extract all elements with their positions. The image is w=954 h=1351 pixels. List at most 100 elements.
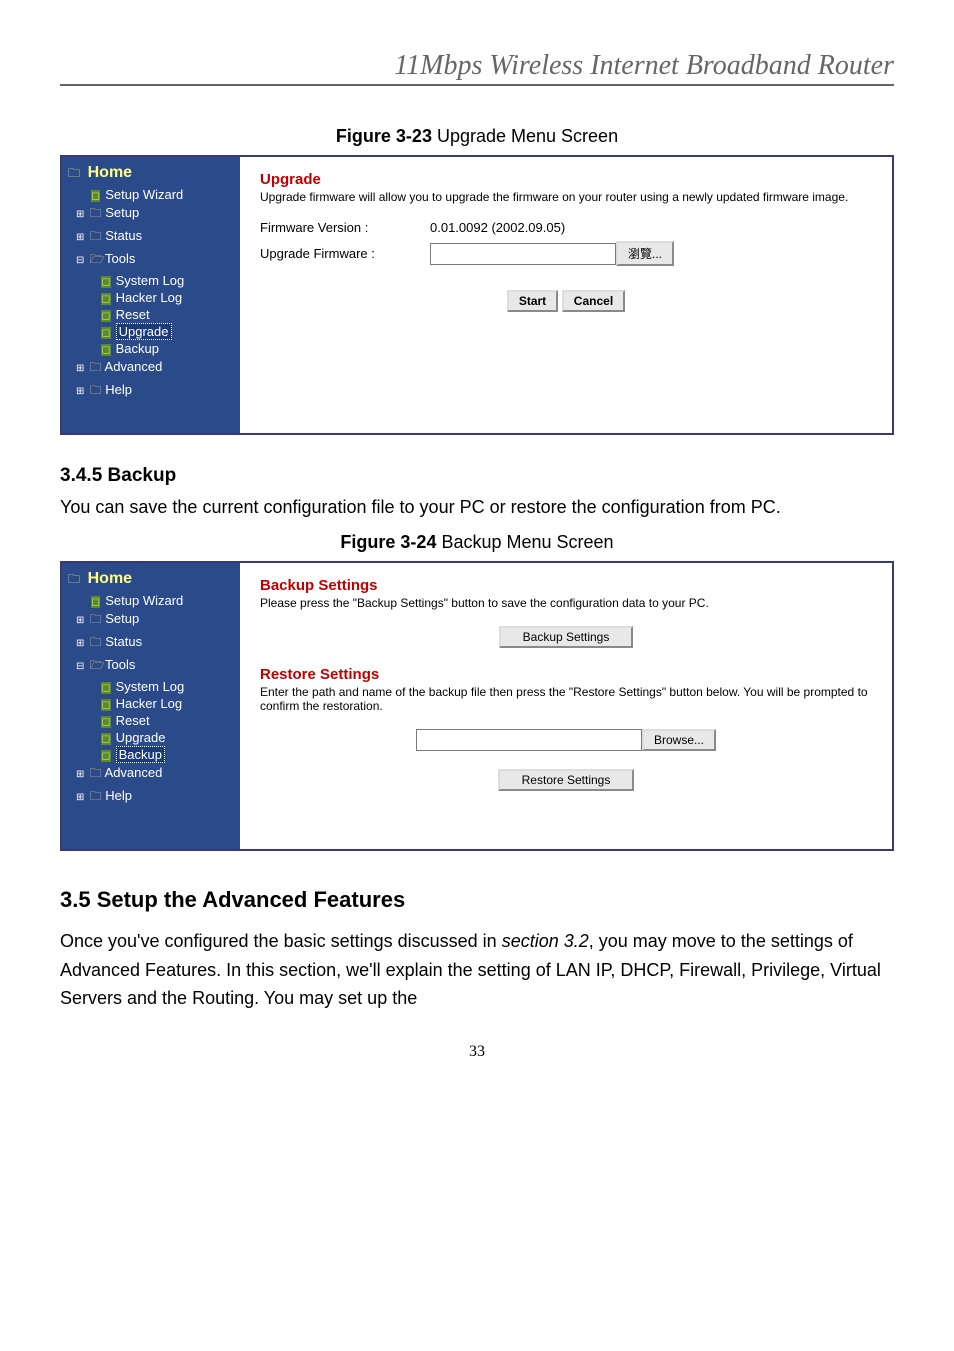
figure-24-title: Backup Menu Screen — [441, 532, 613, 552]
page-number: 33 — [60, 1043, 894, 1061]
page-icon — [100, 290, 112, 305]
restore-browse-button[interactable]: Browse... — [642, 729, 716, 751]
nav-tools-label: Tools — [105, 251, 135, 266]
upgrade-button-row: Start Cancel — [260, 290, 872, 312]
restore-settings-title: Restore Settings — [260, 666, 872, 683]
nav-status[interactable]: ⊞ Status — [66, 632, 236, 655]
upgrade-screenshot: Home Setup Wizard ⊞ Setup ⊞ Status ⊟ Too… — [60, 155, 894, 435]
collapse-icon[interactable]: ⊟ — [76, 255, 86, 266]
page-icon — [100, 696, 112, 711]
nav-advanced-label: Advanced — [105, 359, 163, 374]
folder-icon — [90, 787, 102, 808]
advanced-section-text: Once you've configured the basic setting… — [60, 927, 894, 1013]
page-icon — [100, 324, 112, 339]
folder-icon — [90, 764, 102, 785]
folder-open-icon — [90, 250, 102, 271]
nav-status[interactable]: ⊞ Status — [66, 226, 236, 249]
firmware-version-label: Firmware Version : — [260, 220, 430, 235]
page-icon — [90, 187, 102, 202]
folder-icon — [90, 204, 102, 225]
nav-setup-wizard[interactable]: Setup Wizard — [66, 186, 236, 203]
backup-content: Backup Settings Please press the "Backup… — [240, 563, 892, 849]
nav-setup[interactable]: ⊞ Setup — [66, 609, 236, 632]
page-icon — [90, 593, 102, 608]
page-icon — [100, 307, 112, 322]
nav-panel: Home Setup Wizard ⊞ Setup ⊞ Status ⊟ Too… — [62, 157, 240, 433]
nav-backup[interactable]: Backup — [66, 340, 236, 357]
nav-setup-wizard-label: Setup Wizard — [105, 593, 183, 608]
collapse-icon[interactable]: ⊟ — [76, 661, 86, 672]
nav-backup[interactable]: Backup — [66, 746, 236, 763]
nav-tools-label: Tools — [105, 657, 135, 672]
expand-icon[interactable]: ⊞ — [76, 363, 86, 374]
backup-settings-button[interactable]: Backup Settings — [499, 626, 634, 648]
expand-icon[interactable]: ⊞ — [76, 232, 86, 243]
nav-upgrade-label: Upgrade — [116, 730, 166, 745]
nav-system-log-label: System Log — [116, 679, 185, 694]
expand-icon[interactable]: ⊞ — [76, 615, 86, 626]
folder-open-icon — [90, 656, 102, 677]
expand-icon[interactable]: ⊞ — [76, 769, 86, 780]
backup-settings-title: Backup Settings — [260, 577, 872, 594]
nav-setup-label: Setup — [105, 611, 139, 626]
nav-help-label: Help — [105, 382, 132, 397]
folder-icon — [90, 610, 102, 631]
nav-status-label: Status — [105, 634, 142, 649]
nav-help[interactable]: ⊞ Help — [66, 786, 236, 809]
nav-upgrade-label: Upgrade — [116, 323, 172, 340]
upgrade-file-input[interactable] — [430, 243, 616, 265]
page-icon — [100, 341, 112, 356]
nav-hacker-log[interactable]: Hacker Log — [66, 695, 236, 712]
nav-tools[interactable]: ⊟ Tools — [66, 249, 236, 272]
page-icon — [100, 730, 112, 745]
nav-advanced[interactable]: ⊞ Advanced — [66, 357, 236, 380]
page-icon — [100, 273, 112, 288]
backup-section-text: You can save the current configuration f… — [60, 493, 894, 522]
nav-home[interactable]: Home — [66, 569, 236, 592]
nav-home-label: Home — [84, 570, 132, 587]
start-button[interactable]: Start — [507, 290, 558, 312]
folder-icon — [90, 381, 102, 402]
nav-upgrade[interactable]: Upgrade — [66, 323, 236, 340]
nav-home[interactable]: Home — [66, 163, 236, 186]
upgrade-desc: Upgrade firmware will allow you to upgra… — [260, 190, 872, 204]
nav-reset-label: Reset — [116, 307, 150, 322]
nav-advanced[interactable]: ⊞ Advanced — [66, 763, 236, 786]
figure-23-label: Figure 3-23 — [336, 126, 432, 146]
nav-reset-label: Reset — [116, 713, 150, 728]
nav-help-label: Help — [105, 788, 132, 803]
restore-settings-button[interactable]: Restore Settings — [498, 769, 635, 791]
nav-hacker-log[interactable]: Hacker Log — [66, 289, 236, 306]
doc-header: 11Mbps Wireless Internet Broadband Route… — [60, 50, 894, 86]
backup-settings-desc: Please press the "Backup Settings" butto… — [260, 596, 872, 610]
nav-system-log[interactable]: System Log — [66, 272, 236, 289]
nav-help[interactable]: ⊞ Help — [66, 380, 236, 403]
nav-setup-wizard-label: Setup Wizard — [105, 187, 183, 202]
upgrade-firmware-row: Upgrade Firmware : 瀏覽... — [260, 241, 872, 266]
expand-icon[interactable]: ⊞ — [76, 386, 86, 397]
nav-hacker-log-label: Hacker Log — [116, 290, 182, 305]
nav-tools[interactable]: ⊟ Tools — [66, 655, 236, 678]
expand-icon[interactable]: ⊞ — [76, 792, 86, 803]
nav-setup-wizard[interactable]: Setup Wizard — [66, 592, 236, 609]
expand-icon[interactable]: ⊞ — [76, 638, 86, 649]
firmware-version-value: 0.01.0092 (2002.09.05) — [430, 220, 872, 235]
cancel-button[interactable]: Cancel — [562, 290, 625, 312]
upgrade-title: Upgrade — [260, 171, 872, 188]
home-icon — [68, 164, 80, 185]
browse-button[interactable]: 瀏覽... — [616, 241, 674, 266]
nav-system-log-label: System Log — [116, 273, 185, 288]
advanced-text-prefix: Once you've configured the basic setting… — [60, 931, 502, 951]
folder-icon — [90, 633, 102, 654]
nav-setup[interactable]: ⊞ Setup — [66, 203, 236, 226]
restore-file-input[interactable] — [416, 729, 642, 751]
nav-reset[interactable]: Reset — [66, 712, 236, 729]
page-icon — [100, 747, 112, 762]
figure-24-caption: Figure 3-24 Backup Menu Screen — [60, 532, 894, 553]
nav-system-log[interactable]: System Log — [66, 678, 236, 695]
home-icon — [68, 570, 80, 591]
nav-upgrade[interactable]: Upgrade — [66, 729, 236, 746]
expand-icon[interactable]: ⊞ — [76, 209, 86, 220]
upgrade-firmware-label: Upgrade Firmware : — [260, 246, 430, 261]
nav-reset[interactable]: Reset — [66, 306, 236, 323]
